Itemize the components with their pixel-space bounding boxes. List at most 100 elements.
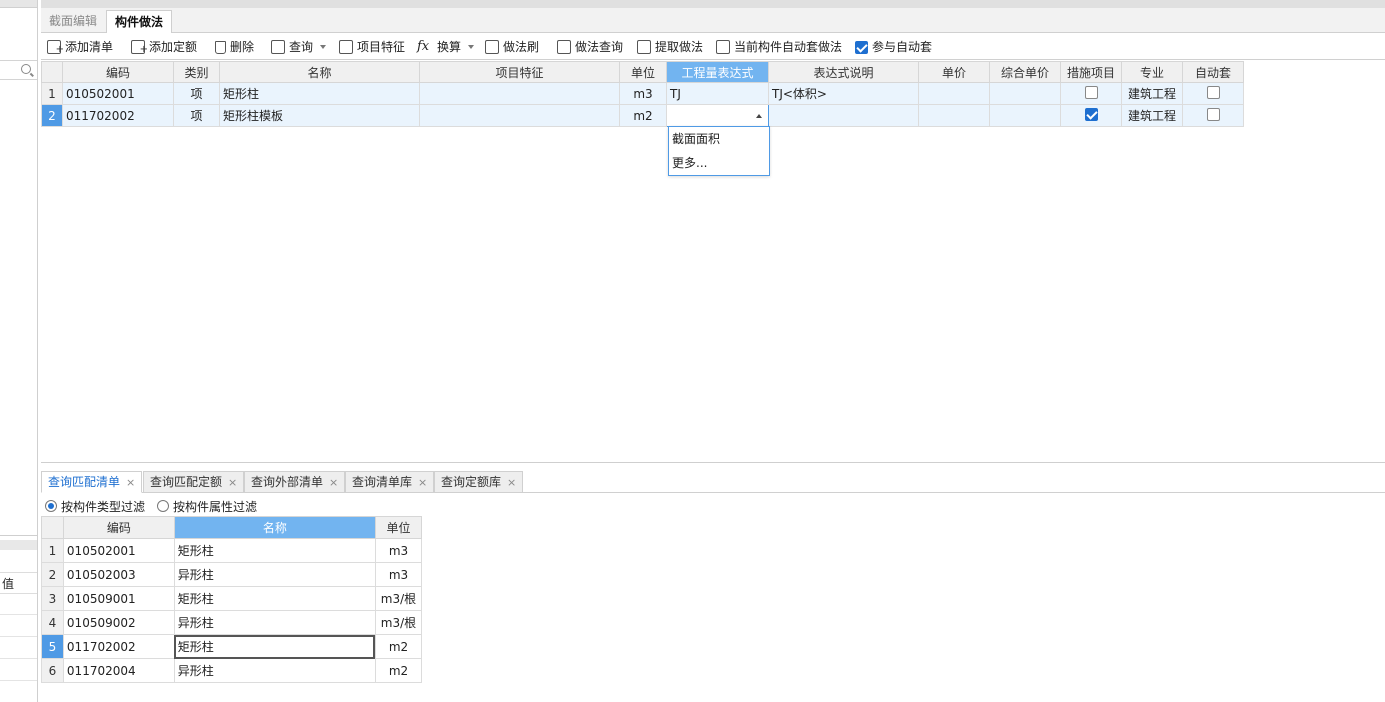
panel-splitter[interactable] xyxy=(41,462,1385,463)
col-header-price[interactable]: 单价 xyxy=(918,61,990,83)
close-icon[interactable]: × xyxy=(228,472,237,493)
cell-code[interactable]: 010502003 xyxy=(62,562,175,587)
table-row[interactable]: 2 010502003 异形柱 m3 xyxy=(41,562,423,587)
cell-type[interactable]: 项 xyxy=(173,104,220,127)
cell-auto[interactable] xyxy=(1182,104,1244,127)
cell-name[interactable]: 异形柱 xyxy=(173,562,376,587)
col-header-major[interactable]: 专业 xyxy=(1121,61,1183,83)
cell-expression-desc[interactable] xyxy=(768,104,919,127)
filter-by-attr-radio[interactable]: 按构件属性过滤 xyxy=(157,498,257,515)
col-header-unit[interactable]: 单位 xyxy=(619,61,667,83)
cell-name[interactable]: 矩形柱 xyxy=(173,634,376,659)
col-header-code[interactable]: 编码 xyxy=(62,516,175,539)
col-header-measure[interactable]: 措施项目 xyxy=(1060,61,1122,83)
col-header-comp-price[interactable]: 综合单价 xyxy=(989,61,1061,83)
cell-name[interactable]: 异形柱 xyxy=(173,658,376,683)
col-header-expression[interactable]: 工程量表达式 xyxy=(666,61,769,83)
close-icon[interactable]: × xyxy=(507,472,516,493)
cell-feature[interactable] xyxy=(419,104,620,127)
cell-name[interactable]: 矩形柱 xyxy=(173,538,376,563)
cell-name[interactable]: 矩形柱 xyxy=(219,82,420,105)
method-brush-button[interactable]: 做法刷 xyxy=(485,38,539,56)
cell-comp-price[interactable] xyxy=(989,104,1061,127)
cell-major[interactable]: 建筑工程 xyxy=(1121,82,1183,105)
tab-query-quota-library[interactable]: 查询定额库 × xyxy=(434,471,524,493)
close-icon[interactable]: × xyxy=(126,472,135,493)
cell-unit[interactable]: m3 xyxy=(374,538,423,563)
radio-selected-icon[interactable] xyxy=(45,500,57,512)
table-row[interactable]: 1 010502001 矩形柱 m3 xyxy=(41,538,423,563)
cell-name[interactable]: 异形柱 xyxy=(173,610,376,635)
tab-query-match-quota[interactable]: 查询匹配定额 × xyxy=(143,471,245,493)
tab-component-method[interactable]: 构件做法 xyxy=(106,10,173,33)
join-auto-checkbox[interactable]: 参与自动套 xyxy=(855,38,932,56)
extract-method-button[interactable]: 提取做法 xyxy=(637,38,703,56)
cell-name[interactable]: 矩形柱 xyxy=(173,586,376,611)
col-header-unit[interactable]: 单位 xyxy=(374,516,423,539)
cell-measure[interactable] xyxy=(1060,104,1122,127)
table-row[interactable]: 2 011702002 项 矩形柱模板 m2 建筑工程 xyxy=(41,104,1244,127)
cell-type[interactable]: 项 xyxy=(173,82,220,105)
dropdown-arrow-icon[interactable] xyxy=(756,114,762,118)
row-number[interactable]: 4 xyxy=(41,610,64,635)
cell-unit[interactable]: m3 xyxy=(619,82,667,105)
row-number[interactable]: 3 xyxy=(41,586,64,611)
row-number-header[interactable] xyxy=(41,61,63,83)
cell-code[interactable]: 010509001 xyxy=(62,586,175,611)
current-auto-method-button[interactable]: 当前构件自动套做法 xyxy=(716,38,842,56)
row-number-header[interactable] xyxy=(41,516,64,539)
item-feature-button[interactable]: 项目特征 xyxy=(339,38,405,56)
col-header-type[interactable]: 类别 xyxy=(173,61,220,83)
row-number[interactable]: 2 xyxy=(41,562,64,587)
cell-measure[interactable] xyxy=(1060,82,1122,105)
col-header-auto[interactable]: 自动套 xyxy=(1182,61,1244,83)
filter-by-type-radio[interactable]: 按构件类型过滤 xyxy=(45,498,145,515)
tab-query-match-list[interactable]: 查询匹配清单 × xyxy=(41,471,143,493)
dropdown-option-section-area[interactable]: 截面面积 xyxy=(669,127,769,151)
tab-section-edit[interactable]: 截面编辑 xyxy=(41,10,105,33)
cell-expression-desc[interactable]: TJ<体积> xyxy=(768,82,919,105)
cell-code[interactable]: 011702004 xyxy=(62,658,175,683)
table-row[interactable]: 4 010509002 异形柱 m3/根 xyxy=(41,610,423,635)
chevron-down-icon[interactable] xyxy=(468,45,475,49)
table-row[interactable]: 1 010502001 项 矩形柱 m3 TJ TJ<体积> 建筑工程 xyxy=(41,82,1244,105)
method-query-button[interactable]: 做法查询 xyxy=(557,38,623,56)
cell-price[interactable] xyxy=(918,104,990,127)
search-icon[interactable] xyxy=(21,64,31,74)
cell-comp-price[interactable] xyxy=(989,82,1061,105)
cell-unit[interactable]: m2 xyxy=(374,658,423,683)
cell-unit[interactable]: m2 xyxy=(374,634,423,659)
cell-feature[interactable] xyxy=(419,82,620,105)
checkbox-checked-icon[interactable] xyxy=(855,40,868,54)
cell-unit[interactable]: m3 xyxy=(374,562,423,587)
col-header-feature[interactable]: 项目特征 xyxy=(419,61,620,83)
add-quota-button[interactable]: 添加定额 xyxy=(131,38,197,59)
checkbox-unchecked-icon[interactable] xyxy=(1206,107,1220,121)
cell-code[interactable]: 010509002 xyxy=(62,610,175,635)
add-list-button[interactable]: 添加清单 xyxy=(47,38,113,59)
cell-price[interactable] xyxy=(918,82,990,105)
tab-query-list-library[interactable]: 查询清单库 × xyxy=(345,471,435,493)
expression-editor[interactable] xyxy=(666,104,769,127)
delete-button[interactable]: 删除 xyxy=(215,38,254,56)
row-number[interactable]: 2 xyxy=(41,104,63,127)
checkbox-checked-icon[interactable] xyxy=(1084,107,1098,121)
tab-query-external-list[interactable]: 查询外部清单 × xyxy=(244,471,346,493)
close-icon[interactable]: × xyxy=(418,472,427,493)
checkbox-unchecked-icon[interactable] xyxy=(1084,85,1098,99)
close-icon[interactable]: × xyxy=(329,472,338,493)
table-row[interactable]: 6 011702004 异形柱 m2 xyxy=(41,658,423,683)
cell-major[interactable]: 建筑工程 xyxy=(1121,104,1183,127)
chevron-down-icon[interactable] xyxy=(320,45,327,49)
table-row[interactable]: 5 011702002 矩形柱 m2 xyxy=(41,634,423,659)
cell-auto[interactable] xyxy=(1182,82,1244,105)
row-number[interactable]: 5 xyxy=(41,634,64,659)
dropdown-option-more[interactable]: 更多... xyxy=(669,151,769,175)
cell-unit[interactable]: m2 xyxy=(619,104,667,127)
cell-code[interactable]: 010502001 xyxy=(62,82,174,105)
col-header-code[interactable]: 编码 xyxy=(62,61,174,83)
left-search-input[interactable] xyxy=(0,60,37,80)
row-number[interactable]: 6 xyxy=(41,658,64,683)
cell-unit[interactable]: m3/根 xyxy=(374,586,423,611)
cell-code[interactable]: 010502001 xyxy=(62,538,175,563)
